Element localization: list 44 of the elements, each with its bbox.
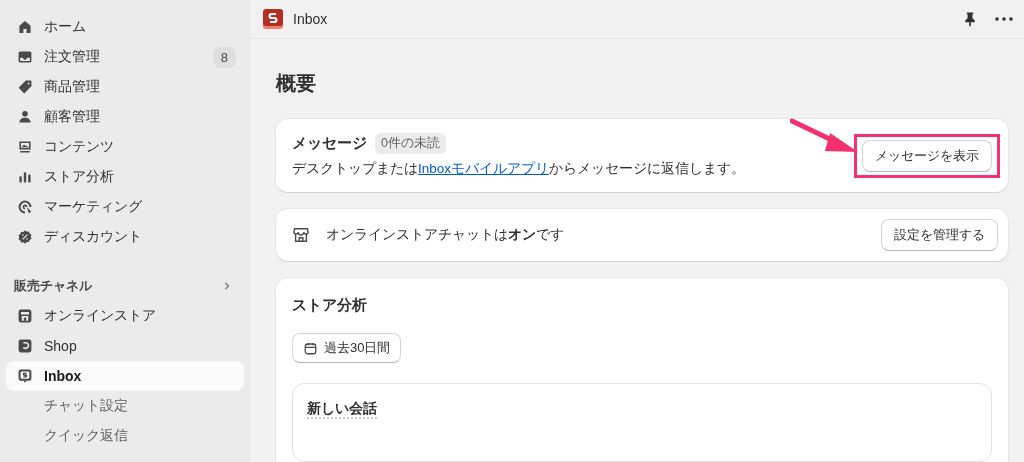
date-range-button[interactable]: 過去30日間 [292,333,402,363]
card-title: メッセージ [292,134,367,153]
manage-settings-button[interactable]: 設定を管理する [881,219,998,251]
nav-item[interactable]: Shop [6,331,244,361]
nav-item[interactable]: オンラインストア [6,301,244,331]
count-badge: 8 [212,46,236,68]
shop-icon [17,338,33,354]
app-title: Inbox [293,11,328,27]
nav-item[interactable]: 顧客管理 [6,102,244,132]
chat-status-text: オンラインストアチャットはオンです [326,226,564,244]
page-title: 概要 [276,71,317,96]
monitor-icon [17,139,33,155]
target-icon [17,199,33,215]
chevron-right-icon[interactable] [222,281,232,291]
card-title: ストア分析 [292,296,368,315]
unread-badge: 0件の未読 [375,133,446,154]
nav-item[interactable]: ストア分析 [6,162,244,192]
more-icon[interactable] [994,16,1014,22]
chat-bubble-icon [17,368,33,384]
store-icon [17,308,33,324]
view-messages-button[interactable]: メッセージを表示 [862,139,992,172]
nav-item[interactable]: ホーム [6,12,244,42]
mobile-app-link[interactable]: Inboxモバイルアプリ [418,161,550,176]
store-icon [292,226,310,244]
nav-item[interactable]: Inbox [6,361,244,391]
inbox-icon [17,49,33,65]
nav-item[interactable]: ディスカウント [6,222,244,252]
sub-nav-item[interactable]: チャット設定 [6,391,244,421]
discount-icon [17,229,33,245]
calendar-icon [303,340,318,356]
home-icon [17,19,33,35]
nav-item[interactable]: 注文管理 8 [6,42,244,72]
metric-title: 新しい会話 [307,400,377,419]
bar-chart-icon [17,169,33,185]
description-text: デスクトップまたはInboxモバイルアプリ からメッセージに返信します。 [292,160,746,178]
section-title: 販売チャネル [14,277,92,295]
nav-item[interactable]: 商品管理 [6,72,244,102]
pin-icon[interactable] [962,11,978,27]
nav-item[interactable]: マーケティング [6,192,244,222]
person-icon [17,109,33,125]
tag-icon [17,79,33,95]
nav-item[interactable]: コンテンツ [6,132,244,162]
app-logo-icon [263,9,283,29]
sub-nav-item[interactable]: クイック返信 [6,421,244,451]
